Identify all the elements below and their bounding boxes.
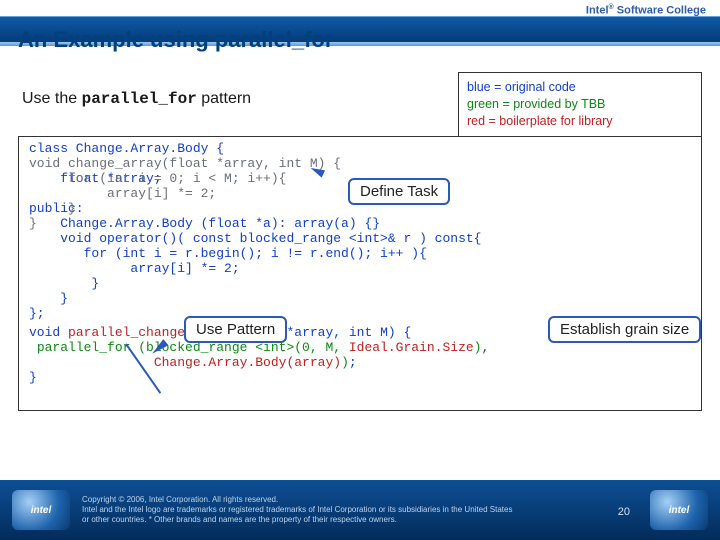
- page-number: 20: [618, 506, 630, 518]
- callout-use-pattern: Use Pattern: [184, 316, 287, 343]
- legend-blue: blue = original code: [467, 79, 693, 96]
- code-gray-layer: void change_array(float *array, int M) {…: [29, 141, 341, 231]
- subtitle: Use the parallel_for pattern: [22, 90, 251, 108]
- page-title: An Example using parallel_for: [18, 27, 333, 53]
- legend-green: green = provided by TBB: [467, 96, 693, 113]
- subtitle-code: parallel_for: [82, 90, 197, 108]
- intel-logo-right: intel: [650, 490, 708, 530]
- brand-label: Intel® Software College: [586, 4, 706, 17]
- subtitle-post: pattern: [197, 90, 251, 107]
- callout-define-task: Define Task: [348, 178, 450, 205]
- legend-red: red = boilerplate for library: [467, 113, 693, 130]
- slide-root: Intel® Software College An Example using…: [0, 0, 720, 540]
- intel-logo-right-label: intel: [669, 505, 690, 516]
- callout-establish-grain: Establish grain size: [548, 316, 701, 343]
- intel-logo-left-label: intel: [31, 505, 52, 516]
- legend-box: blue = original code green = provided by…: [458, 72, 702, 137]
- subtitle-pre: Use the: [22, 90, 82, 107]
- intel-logo-left: intel: [12, 490, 70, 530]
- footer-bar: intel Copyright © 2006, Intel Corporatio…: [0, 480, 720, 540]
- copyright-text: Copyright © 2006, Intel Corporation. All…: [82, 495, 512, 525]
